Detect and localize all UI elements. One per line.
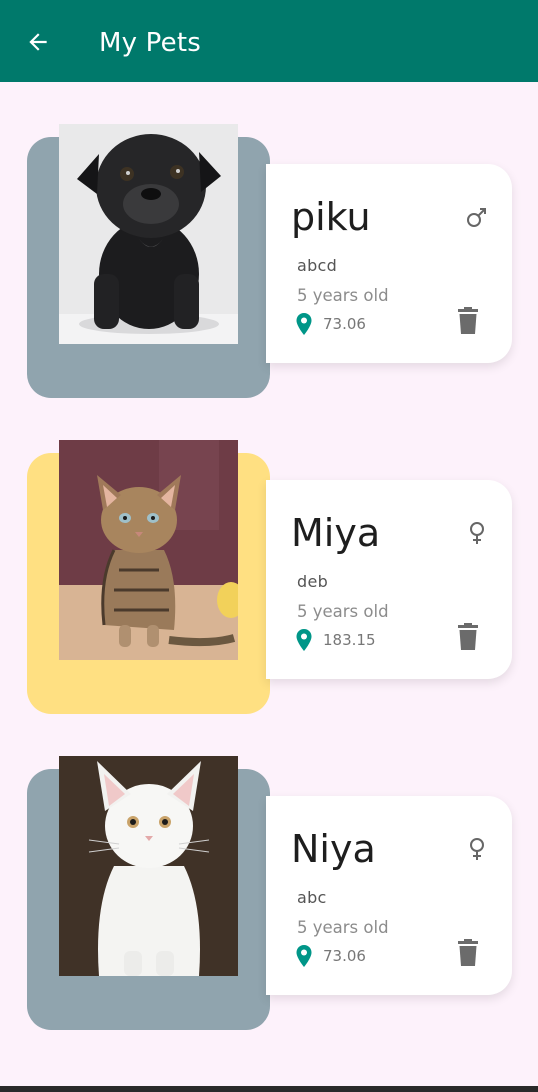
system-nav-bar: [0, 1086, 538, 1092]
pet-photo-white-cat: [59, 756, 238, 976]
pet-info-card: piku abcd 5 years old 73.06: [266, 164, 512, 363]
pet-name: Miya: [291, 511, 381, 555]
female-icon: [470, 838, 484, 860]
location-pin-icon: [296, 629, 312, 651]
male-icon: [467, 208, 486, 227]
pet-info-card: Miya deb 5 years old 183.15: [266, 480, 512, 679]
arrow-back-icon: [29, 33, 47, 51]
pet-name: Niya: [291, 827, 376, 871]
location-pin-icon: [296, 313, 312, 335]
pet-info-card: Niya abc 5 years old 73.06: [266, 796, 512, 995]
back-button[interactable]: [20, 24, 56, 60]
pet-age: 5 years old: [297, 918, 389, 937]
location-pin-icon: [296, 945, 312, 967]
pet-name: piku: [291, 195, 371, 239]
app-bar: My Pets: [0, 0, 538, 82]
pet-age: 5 years old: [297, 602, 389, 621]
delete-icon[interactable]: [456, 307, 480, 335]
pet-distance: 183.15: [323, 631, 376, 649]
pet-breed: deb: [297, 572, 329, 591]
delete-icon[interactable]: [456, 939, 480, 967]
pet-item-miya[interactable]: Miya deb 5 years old 183.15: [0, 440, 538, 714]
pet-distance: 73.06: [323, 315, 366, 333]
pet-distance: 73.06: [323, 947, 366, 965]
pet-age: 5 years old: [297, 286, 389, 305]
pet-photo-kitten: [59, 440, 238, 660]
pet-breed: abcd: [297, 256, 338, 275]
delete-icon[interactable]: [456, 623, 480, 651]
pet-item-niya[interactable]: Niya abc 5 years old 73.06: [0, 756, 538, 1030]
pet-photo-pug: [59, 124, 238, 344]
pet-breed: abc: [297, 888, 327, 907]
page-title: My Pets: [99, 28, 201, 58]
female-icon: [470, 522, 484, 544]
pet-item-piku[interactable]: piku abcd 5 years old 73.06: [0, 124, 538, 398]
